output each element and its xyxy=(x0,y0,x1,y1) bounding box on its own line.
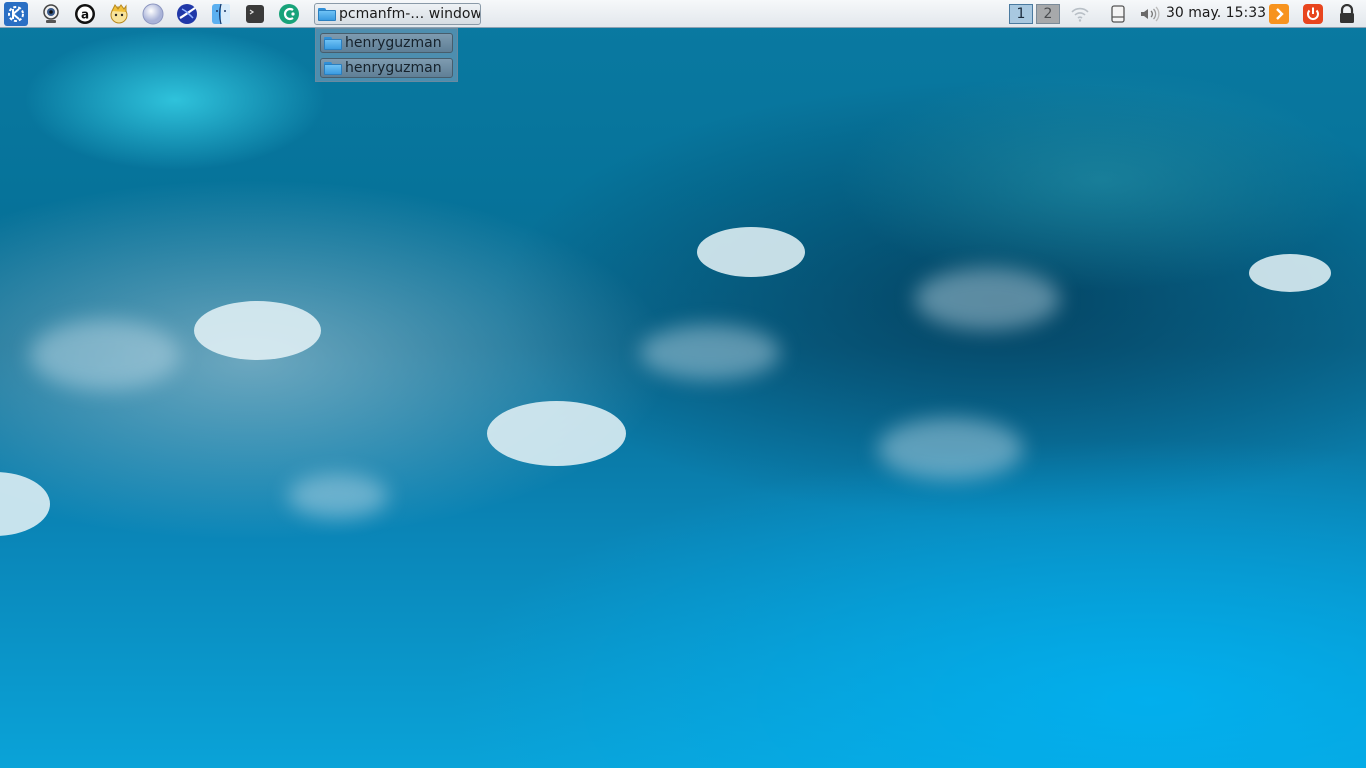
character-app-icon[interactable] xyxy=(107,2,131,26)
power-icon[interactable] xyxy=(1301,2,1325,26)
desktop-2-button[interactable]: 2 xyxy=(1036,4,1060,24)
browser-icon[interactable] xyxy=(175,2,199,26)
globe-icon[interactable] xyxy=(141,2,165,26)
kde-menu-icon[interactable] xyxy=(4,2,28,26)
volume-icon[interactable] xyxy=(1138,2,1162,26)
task-group-popup: henryguzman henryguzman xyxy=(315,28,458,82)
desktop-1-button[interactable]: 1 xyxy=(1009,4,1033,24)
terminal-icon[interactable] xyxy=(243,2,267,26)
wifi-icon[interactable] xyxy=(1068,2,1092,26)
finder-icon[interactable] xyxy=(209,2,233,26)
drive-icon[interactable] xyxy=(1106,2,1130,26)
taskbar-group-button[interactable]: pcmanfm-… windows xyxy=(314,3,481,25)
window-item-label: henryguzman xyxy=(345,60,442,76)
updates-arrow-icon[interactable] xyxy=(1267,2,1291,26)
window-item[interactable]: henryguzman xyxy=(320,58,453,78)
webcam-icon[interactable] xyxy=(39,2,63,26)
folder-icon xyxy=(318,7,336,21)
green-app-icon[interactable] xyxy=(277,2,301,26)
folder-icon xyxy=(324,61,342,75)
svg-text:a: a xyxy=(81,8,89,22)
window-item-label: henryguzman xyxy=(345,35,442,51)
app-a-icon[interactable]: a xyxy=(73,2,97,26)
folder-icon xyxy=(324,36,342,50)
window-item[interactable]: henryguzman xyxy=(320,33,453,53)
taskbar-group-label: pcmanfm-… windows xyxy=(339,6,481,22)
lock-icon[interactable] xyxy=(1335,2,1359,26)
clock[interactable]: 30 may. 15:33 xyxy=(1166,5,1266,21)
top-panel: a pcmanfm-… windows 1 2 30 may. 15:33 xyxy=(0,0,1366,28)
